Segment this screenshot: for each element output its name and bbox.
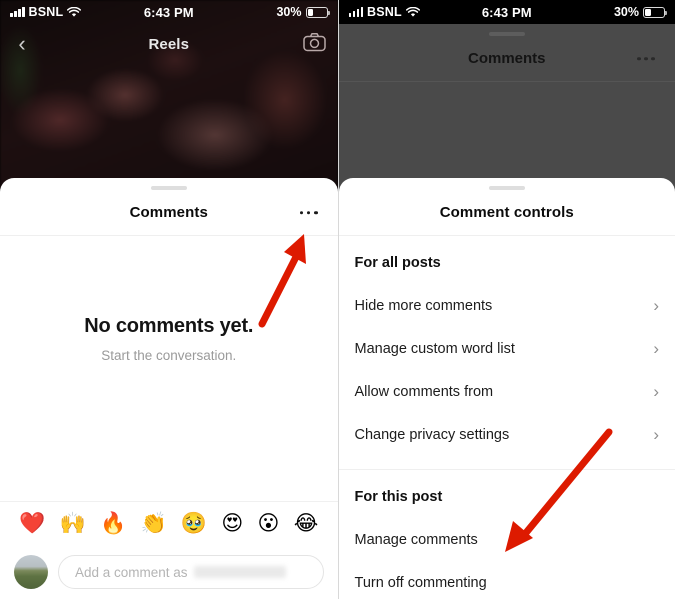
status-right-group: 30% <box>614 5 675 19</box>
emoji-holding-back-tears[interactable]: 🥹 <box>181 513 207 534</box>
row-label: Allow comments from <box>354 383 494 400</box>
row-hide-more-comments[interactable]: Hide more comments › <box>339 284 675 327</box>
dimmed-comments-header: Comments <box>339 36 675 81</box>
emoji-raised-hands[interactable]: 🙌 <box>60 513 86 534</box>
dimmed-header-divider <box>338 81 675 82</box>
chevron-right-icon: › <box>653 339 659 358</box>
comments-sheet-header: Comments <box>0 190 338 235</box>
section-heading-for-all-posts: For all posts <box>354 255 441 271</box>
empty-state-title: No comments yet. <box>84 314 254 337</box>
chevron-right-icon: › <box>653 296 659 315</box>
chevron-right-icon: › <box>653 425 659 444</box>
emoji-joy[interactable]: 😂 <box>294 513 319 534</box>
avatar[interactable] <box>14 555 48 589</box>
reels-header: ‹ Reels <box>0 24 338 64</box>
emoji-clap[interactable]: 👏 <box>140 513 166 534</box>
row-label: Turn off commenting <box>354 574 487 591</box>
status-bar-left: BSNL 6:43 PM 30% <box>0 0 338 24</box>
row-allow-comments-from[interactable]: Allow comments from › <box>339 370 675 413</box>
dimmed-comments-title: Comments <box>467 50 546 67</box>
right-phone-panel: BSNL 6:43 PM 30% Comments Comment contro… <box>337 0 675 599</box>
chevron-right-icon: › <box>653 382 659 401</box>
screenshot-root: BSNL 6:43 PM 30% ‹ Reels Comments No com… <box>0 0 675 599</box>
row-label: Manage comments <box>354 531 478 548</box>
comment-composer: Add a comment as <box>0 545 338 599</box>
status-bar-right: BSNL 6:43 PM 30% <box>338 0 675 24</box>
more-options-icon[interactable] <box>299 210 318 215</box>
comment-controls-sheet: Comment controls For all posts Hide more… <box>338 178 675 599</box>
camera-icon[interactable] <box>302 32 326 57</box>
row-label: Hide more comments <box>354 297 493 314</box>
section-heading-for-this-post: For this post <box>354 489 443 505</box>
reels-title: Reels <box>148 35 190 53</box>
battery-percent-label: 30% <box>613 5 639 19</box>
comments-title: Comments <box>129 204 208 221</box>
row-change-privacy-settings[interactable]: Change privacy settings › <box>339 413 675 456</box>
row-turn-off-commenting[interactable]: Turn off commenting <box>339 561 675 599</box>
blurred-username <box>193 566 286 578</box>
add-comment-input[interactable]: Add a comment as <box>58 555 324 589</box>
emoji-fire[interactable]: 🔥 <box>100 513 126 534</box>
comment-placeholder: Add a comment as <box>75 564 188 580</box>
quick-emoji-row: ❤️ 🙌 🔥 👏 🥹 😍 😮 😂 <box>0 501 338 545</box>
battery-icon <box>305 6 330 18</box>
empty-state-subtitle: Start the conversation. <box>101 347 237 363</box>
emoji-heart-eyes[interactable]: 😍 <box>221 513 243 534</box>
row-label: Manage custom word list <box>354 340 515 357</box>
comment-controls-header: Comment controls <box>339 190 675 235</box>
row-label: Change privacy settings <box>354 426 510 443</box>
more-options-icon <box>637 56 655 61</box>
row-manage-comments[interactable]: Manage comments <box>339 518 675 561</box>
comments-sheet: Comments No comments yet. Start the conv… <box>0 178 338 599</box>
battery-percent-label: 30% <box>276 5 302 19</box>
left-phone-panel: BSNL 6:43 PM 30% ‹ Reels Comments No com… <box>0 0 338 599</box>
status-right-group: 30% <box>276 5 337 19</box>
emoji-heart[interactable]: ❤️ <box>19 513 45 534</box>
empty-state: No comments yet. Start the conversation. <box>0 236 338 441</box>
row-manage-custom-word-list[interactable]: Manage custom word list › <box>339 327 675 370</box>
comment-controls-title: Comment controls <box>439 204 574 221</box>
emoji-surprised[interactable]: 😮 <box>258 513 280 534</box>
battery-icon <box>643 6 668 18</box>
